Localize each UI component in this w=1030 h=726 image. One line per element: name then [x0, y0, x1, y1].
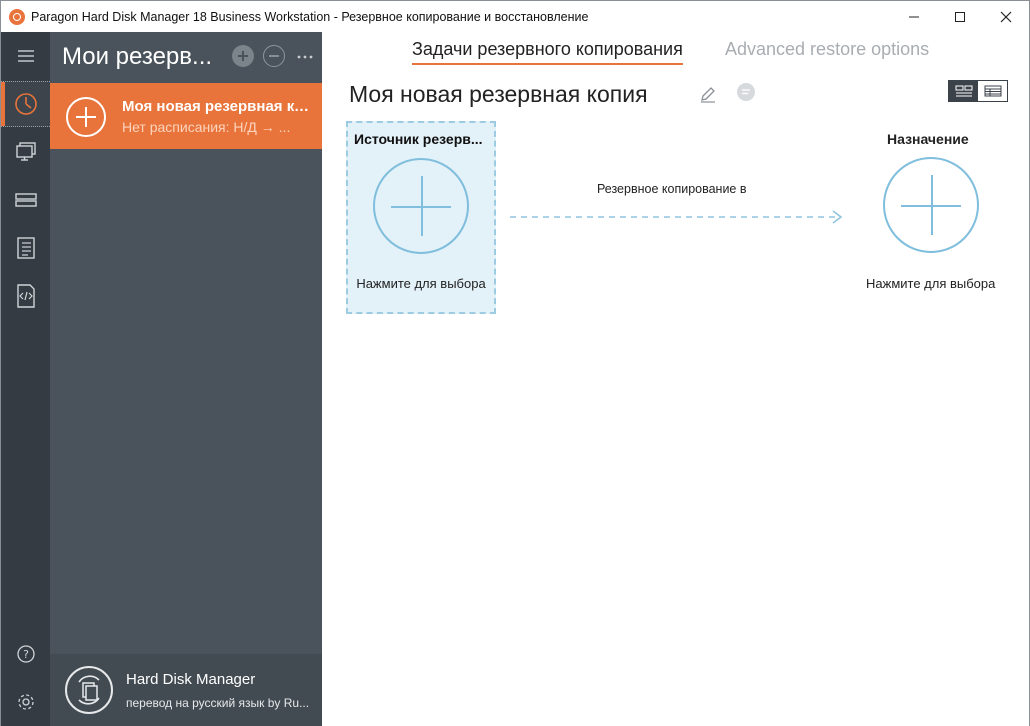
dashed-arrow-icon — [510, 210, 843, 224]
svg-text:?: ? — [23, 648, 29, 661]
footer-app-name: Hard Disk Manager — [126, 671, 256, 688]
backup-title: Моя новая резервная копия — [349, 81, 648, 107]
title-bar: Paragon Hard Disk Manager 18 Business Wo… — [1, 1, 1029, 32]
panel-title: Мои резерв... — [62, 43, 213, 70]
backup-item-schedule: Нет расписания: Н/Д → ... — [122, 119, 291, 135]
backup-source-selector[interactable]: Источник резерв... Нажмите для выбора — [346, 121, 496, 314]
rail-item-scripts[interactable] — [1, 273, 50, 319]
source-title: Источник резерв... — [354, 131, 483, 147]
comment-icon — [737, 83, 755, 101]
minimize-icon — [909, 16, 919, 17]
menu-button[interactable] — [1, 33, 50, 79]
panel-header: Мои резерв... — [50, 32, 322, 82]
more-options-button[interactable] — [294, 45, 316, 67]
destination-title: Назначение — [887, 131, 969, 147]
panel-toolbar — [232, 45, 316, 67]
tab-advanced-restore[interactable]: Advanced restore options — [725, 39, 929, 60]
minus-icon — [269, 55, 279, 57]
help-button[interactable]: ? — [1, 631, 50, 677]
source-hint: Нажмите для выбора — [356, 276, 486, 291]
settings-icon — [17, 694, 34, 710]
destination-hint[interactable]: Нажмите для выбора — [866, 276, 995, 291]
rail-item-computers[interactable] — [1, 129, 50, 175]
backup-plus-icon — [66, 97, 106, 137]
view-table-button[interactable] — [978, 81, 1007, 101]
help-icon: ? — [16, 645, 35, 663]
list-icon — [16, 237, 35, 259]
close-icon — [1000, 11, 1012, 22]
diagram-view-icon — [955, 85, 972, 97]
window-title: Paragon Hard Disk Manager 18 Business Wo… — [31, 9, 589, 24]
hdm-logo-glyph — [78, 675, 100, 705]
table-view-icon — [984, 85, 1001, 97]
add-backup-button[interactable] — [232, 45, 254, 67]
rail-item-backup[interactable] — [1, 81, 50, 127]
disks-icon — [14, 193, 37, 207]
maximize-button[interactable] — [937, 1, 983, 32]
comment-button[interactable] — [735, 82, 757, 104]
plus-icon — [238, 51, 248, 61]
destination-selector[interactable] — [883, 157, 979, 253]
tab-backup-tasks[interactable]: Задачи резервного копирования — [412, 39, 683, 65]
tab-bar: Задачи резервного копирования Advanced r… — [322, 32, 1029, 66]
view-toggle — [948, 80, 1008, 102]
minimize-button[interactable] — [891, 1, 937, 32]
maximize-icon — [955, 11, 965, 22]
backup-item-name: Моя новая резервная ко... — [122, 98, 314, 115]
source-plus-icon — [373, 158, 469, 254]
hamburger-icon — [17, 50, 34, 62]
settings-button[interactable] — [1, 679, 50, 725]
app-window: Paragon Hard Disk Manager 18 Business Wo… — [0, 0, 1030, 726]
navigation-rail: ? — [1, 32, 50, 726]
pencil-icon — [701, 87, 715, 103]
monitors-icon — [15, 142, 36, 161]
clock-icon — [14, 93, 37, 115]
more-dots-icon — [297, 55, 313, 59]
footer-credit: перевод на русский язык by Ru... — [126, 696, 310, 710]
rail-item-log[interactable] — [1, 225, 50, 271]
main-area: Задачи резервного копирования Advanced r… — [322, 32, 1029, 726]
hdm-logo-icon — [65, 666, 113, 714]
rail-item-disks[interactable] — [1, 177, 50, 223]
paragon-app-icon — [9, 8, 25, 25]
arrow-label: Резервное копирование в — [597, 182, 747, 196]
script-icon — [16, 284, 35, 308]
view-diagram-button[interactable] — [949, 81, 978, 101]
window-controls — [891, 1, 1029, 32]
remove-backup-button[interactable] — [263, 45, 285, 67]
close-button[interactable] — [983, 1, 1029, 32]
backup-list-item[interactable]: Моя новая резервная ко... Нет расписания… — [50, 83, 322, 149]
edit-title-button[interactable] — [698, 84, 718, 104]
backups-panel: Мои резерв... Моя новая резервная ко... … — [50, 32, 322, 726]
panel-footer: Hard Disk Manager перевод на русский язы… — [50, 654, 322, 726]
